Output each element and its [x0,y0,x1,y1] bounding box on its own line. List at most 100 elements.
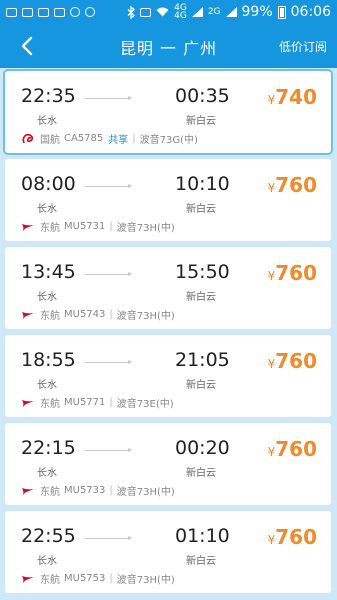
aircraft-type: 波音73H(中) [116,311,175,322]
divider: | [109,485,113,496]
china-eastern-logo-icon [22,223,34,231]
divider: | [109,397,113,408]
mail-icon [54,7,65,17]
flight-card[interactable]: 08:00 长水 10:10 新白云 ¥760 东航 MU5731 | 波音73… [5,159,331,241]
departure-airport: 长水 [37,380,57,391]
wifi-icon [156,7,169,17]
flight-number: MU5771 [64,397,106,408]
arrival-time: 01:10 [175,525,230,547]
flight-info: 东航 MU5753 | 波音73H(中) [21,571,175,586]
china-eastern-logo-icon [22,487,34,495]
departure-airport: 长水 [37,116,57,127]
network-2g-label: 2G [207,7,221,17]
message-icon [6,7,17,17]
price: ¥760 [268,349,317,373]
airline-name: 东航 [40,487,60,498]
flight-info: 东航 MU5771 | 波音73E(中) [21,395,174,410]
arrival-airport: 新白云 [186,116,216,127]
status-icons-right: 4G 4G 2G 99% 06:06 [127,4,331,21]
arrival-airport: 新白云 [186,556,216,567]
battery-percent: 99% [241,4,273,20]
price: ¥740 [268,85,317,109]
divider: | [109,309,113,320]
arrival-time: 00:35 [175,85,230,107]
flight-card[interactable]: 18:55 长水 21:05 新白云 ¥760 东航 MU5771 | 波音73… [5,335,331,417]
divider: | [109,573,113,584]
low-price-subscribe-button[interactable]: 低价订阅 [279,38,327,55]
flight-card[interactable]: 22:35 长水 00:35 新白云 ¥740 国航 CA5785 共享 | 波… [5,71,331,153]
price: ¥760 [268,173,317,197]
departure-airport: 长水 [37,556,57,567]
aircraft-type: 波音73H(中) [116,487,175,498]
heart-icon [70,7,80,17]
status-bar: 4G 4G 2G 99% 06:06 [0,0,337,24]
departure-time: 22:55 [21,525,76,547]
route-arrow-icon [85,272,132,276]
flight-card[interactable]: 22:15 长水 00:20 新白云 ¥760 东航 MU5733 | 波音73… [5,423,331,505]
airline-name: 东航 [40,575,60,586]
clock: 06:06 [290,4,331,20]
china-eastern-logo-icon [22,399,34,407]
price-amount: 760 [275,261,317,285]
departure-time: 22:35 [21,85,76,107]
nfc-icon [140,7,152,17]
price: ¥760 [268,261,317,285]
divider: | [109,221,113,232]
flight-number: MU5743 [64,309,106,320]
arrival-airport: 新白云 [186,380,216,391]
route-arrow-icon [85,448,132,452]
price-amount: 760 [275,437,317,461]
aircraft-type: 波音73E(中) [116,399,174,410]
arrival-airport: 新白云 [186,292,216,303]
departure-time: 18:55 [21,349,76,371]
signal-icon-2 [225,7,237,17]
battery-icon [277,5,286,19]
signal-icon [191,7,203,17]
arrival-time: 15:50 [175,261,230,283]
arrival-time: 10:10 [175,173,230,195]
airline-name: 东航 [40,223,60,234]
departure-time: 13:45 [21,261,76,283]
price: ¥760 [268,525,317,549]
route-arrow-icon [85,360,132,364]
airline-name: 东航 [40,311,60,322]
route-arrow-icon [85,96,132,100]
status-icons-left [6,7,95,17]
flight-info: 东航 MU5743 | 波音73H(中) [21,307,175,322]
flight-card[interactable]: 22:55 长水 01:10 新白云 ¥760 东航 MU5753 | 波音73… [5,511,331,593]
aircraft-type: 波音73G(中) [139,135,198,146]
route-arrow-icon [85,536,132,540]
bluetooth-icon [127,5,136,19]
flight-info: 国航 CA5785 共享 | 波音73G(中) [21,131,198,146]
flight-number: CA5785 [64,133,104,144]
price: ¥760 [268,437,317,461]
flight-list: 22:35 长水 00:35 新白云 ¥740 国航 CA5785 共享 | 波… [0,68,337,600]
flight-number: MU5733 [64,485,106,496]
price-amount: 760 [275,349,317,373]
keyboard-icon [38,7,49,17]
arrival-time: 00:20 [175,437,230,459]
network-4g-label-2: 4G [174,11,187,21]
price-amount: 760 [275,525,317,549]
flight-number: MU5753 [64,573,106,584]
departure-airport: 长水 [37,468,57,479]
divider: | [132,133,136,144]
departure-time: 08:00 [21,173,76,195]
arrival-airport: 新白云 [186,204,216,215]
nav-bar: 昆明 一 广州 低价订阅 [0,24,337,68]
arrival-airport: 新白云 [186,468,216,479]
flight-number: MU5731 [64,221,106,232]
airline-name: 国航 [40,135,60,146]
price-amount: 760 [275,173,317,197]
flight-info: 东航 MU5731 | 波音73H(中) [21,219,175,234]
network-indicator: 4G 4G [174,4,187,21]
flight-card[interactable]: 13:45 长水 15:50 新白云 ¥760 东航 MU5743 | 波音73… [5,247,331,329]
shield-icon [85,7,95,17]
departure-airport: 长水 [37,292,57,303]
arrival-time: 21:05 [175,349,230,371]
airline-name: 东航 [40,399,60,410]
codeshare-label: 共享 [108,135,129,146]
news-icon [22,7,33,17]
flight-info: 东航 MU5733 | 波音73H(中) [21,483,175,498]
departure-time: 22:15 [21,437,76,459]
